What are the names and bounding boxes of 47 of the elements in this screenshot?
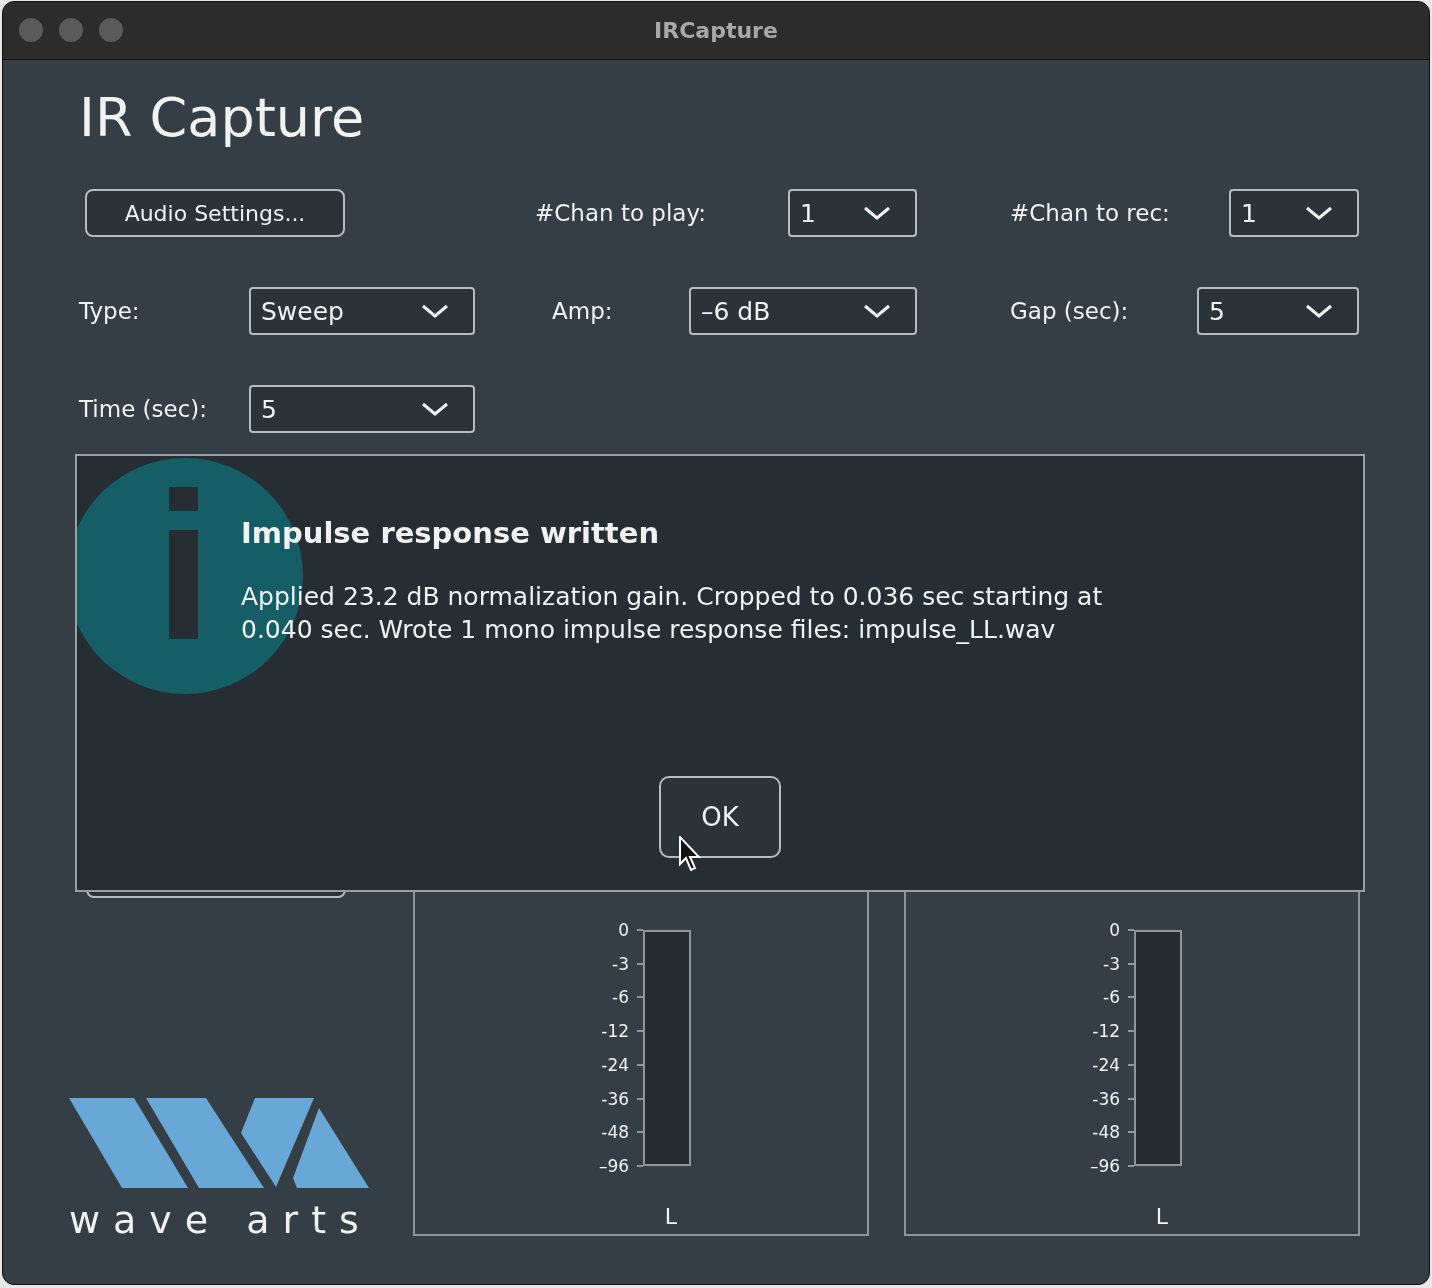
dialog-title: Impulse response written <box>241 516 661 550</box>
scale-label: -12 <box>601 1021 630 1042</box>
scale-label: -36 <box>1092 1088 1121 1109</box>
chevron-down-icon <box>863 304 891 318</box>
scale-label: -24 <box>601 1054 630 1075</box>
scale-label: -3 <box>612 953 630 974</box>
scale-label: -6 <box>1103 987 1121 1008</box>
minimize-icon[interactable] <box>59 18 83 42</box>
zoom-icon[interactable] <box>99 18 123 42</box>
field-label: Amp: <box>552 298 614 324</box>
scale-label: -24 <box>1092 1054 1121 1075</box>
dropdown[interactable]: 1 <box>1229 189 1359 237</box>
mouse-pointer-icon <box>679 836 701 872</box>
dropdown[interactable]: –6 dB <box>689 287 917 335</box>
field-label: Time (sec): <box>79 396 209 422</box>
dialog-message: Applied 23.2 dB normalization gain. Cropped to 0.036 sec starting at 0.040 sec. Wrote 1 mono impulse response files: impulse_LL.wav <box>241 581 1104 646</box>
scale-label: –96 <box>598 1155 630 1176</box>
scale-label: -6 <box>612 987 630 1008</box>
close-icon[interactable] <box>19 18 43 42</box>
field-label: #Chan to rec: <box>1010 200 1171 226</box>
chevron-down-icon <box>421 304 449 318</box>
scale-label: 0 <box>618 920 630 940</box>
audio-settings-button[interactable]: Audio Settings... <box>85 189 345 237</box>
chevron-down-icon <box>421 402 449 416</box>
dropdown[interactable]: Sweep <box>249 287 475 335</box>
scale-label: -48 <box>601 1122 630 1143</box>
scale-label: 0 <box>1109 920 1121 940</box>
dropdown[interactable]: 1 <box>788 189 917 237</box>
ok-button[interactable]: OK <box>659 776 781 858</box>
scale-label: -12 <box>1092 1021 1121 1042</box>
window-title: IRCapture <box>654 18 778 43</box>
channel-label: L <box>1155 1204 1169 1229</box>
chevron-down-icon <box>863 206 891 220</box>
scale-label: -48 <box>1092 1122 1121 1143</box>
scale-label: –96 <box>1089 1155 1121 1176</box>
channel-label: L <box>664 1204 678 1229</box>
logo-text: wave arts <box>69 1200 372 1240</box>
field-label: #Chan to play: <box>535 200 708 226</box>
dropdown[interactable]: 5 <box>249 385 475 433</box>
chevron-down-icon <box>1305 206 1333 220</box>
field-label: Type: <box>79 298 141 324</box>
app-heading: IR Capture <box>78 85 366 151</box>
scale-label: -36 <box>601 1088 630 1109</box>
chevron-down-icon <box>1305 304 1333 318</box>
scale-label: -3 <box>1103 953 1121 974</box>
dropdown[interactable]: 5 <box>1197 287 1359 335</box>
field-label: Gap (sec): <box>1010 298 1130 324</box>
